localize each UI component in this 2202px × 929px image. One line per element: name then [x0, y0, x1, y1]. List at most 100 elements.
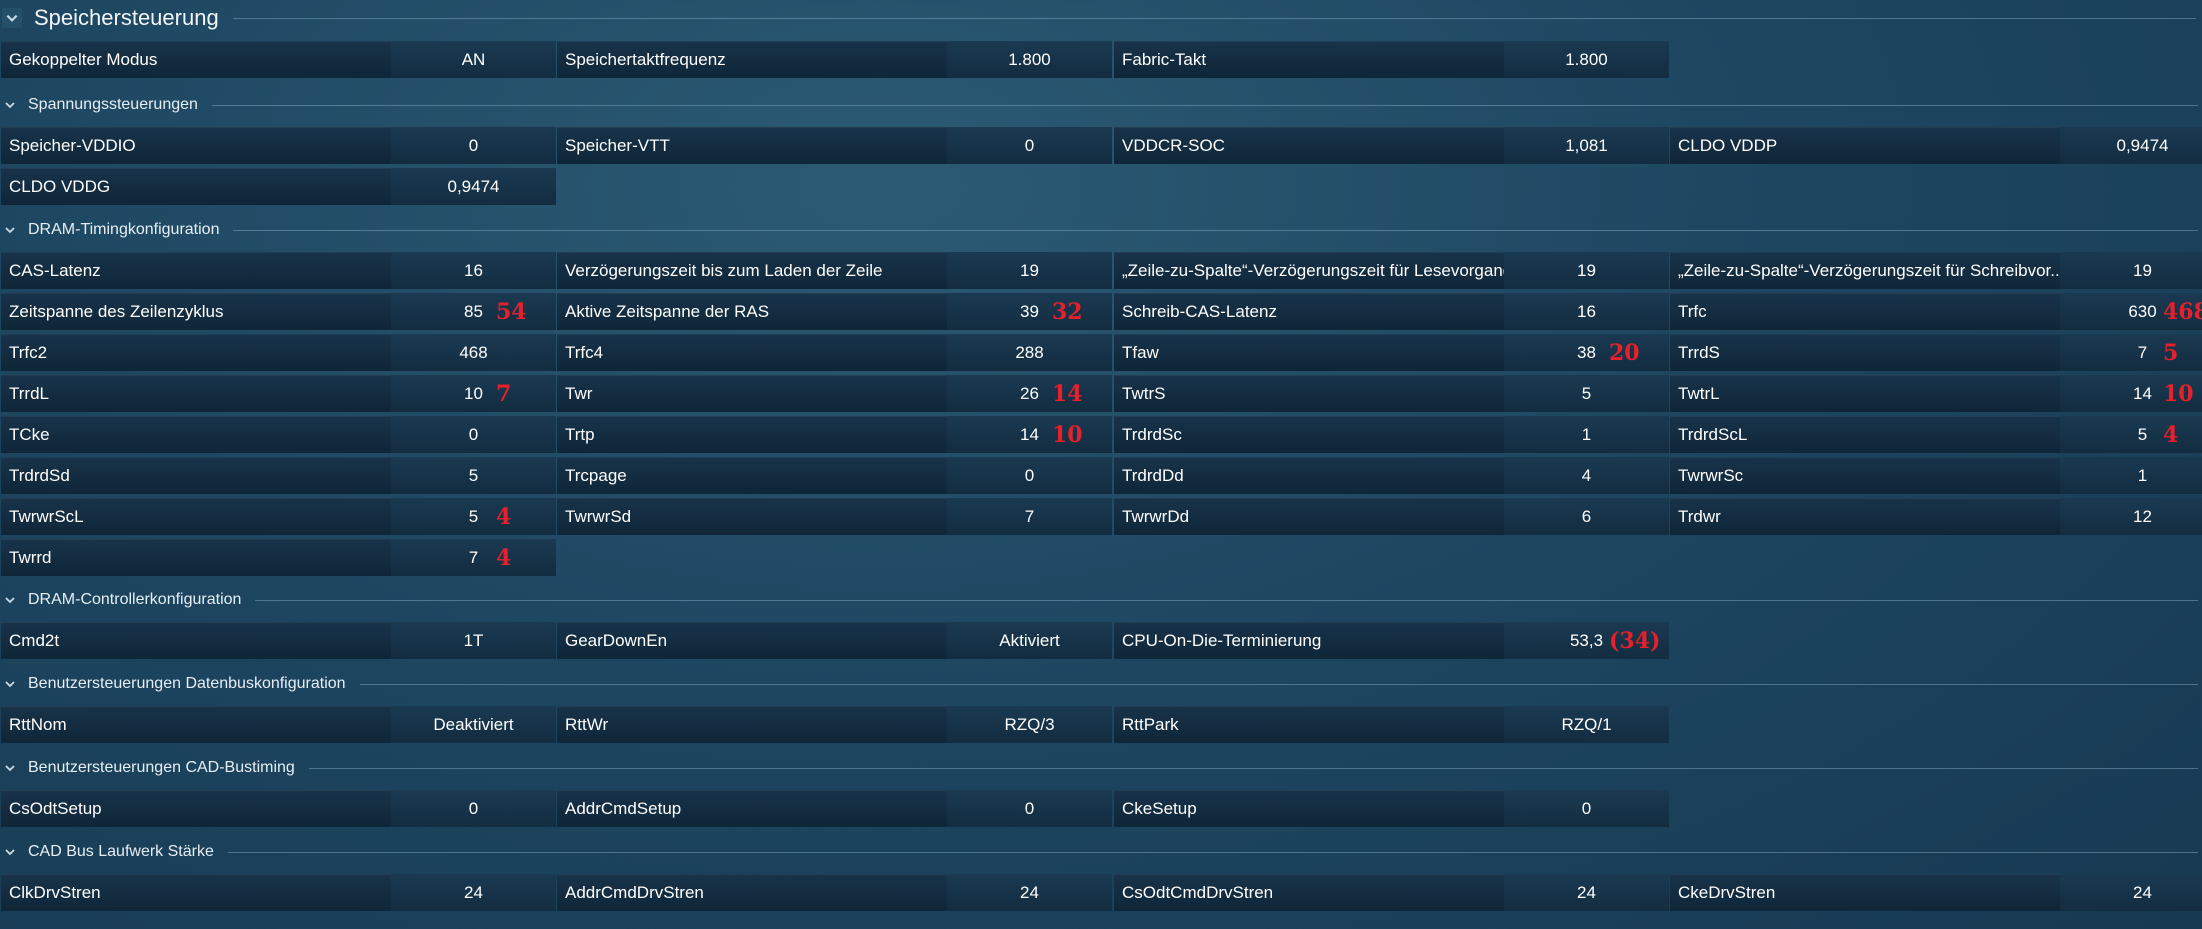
chevron-down-icon[interactable]	[4, 594, 16, 606]
setting-value-field[interactable]: 1T	[391, 622, 556, 659]
setting-row[interactable]: TrrdL 10 7	[1, 375, 556, 412]
setting-row[interactable]: CLDO VDDG 0,9474	[1, 168, 556, 205]
section-header-timing[interactable]: DRAM-Timingkonfiguration	[0, 216, 2202, 244]
setting-row[interactable]: Tfaw 38 20	[1114, 334, 1669, 371]
setting-row[interactable]: CPU-On-Die-Terminierung 53,3 (34)	[1114, 622, 1669, 659]
setting-value-field[interactable]: 85 54	[391, 293, 556, 330]
setting-value-field[interactable]: 14 10	[947, 416, 1112, 453]
chevron-down-icon[interactable]	[4, 846, 16, 858]
setting-value-field[interactable]: 0	[391, 127, 556, 164]
setting-value-field[interactable]: 1,081	[1504, 127, 1669, 164]
setting-value-field[interactable]: RZQ/3	[947, 706, 1112, 743]
chevron-down-icon[interactable]	[4, 762, 16, 774]
setting-value-field[interactable]: 630 468	[2060, 293, 2202, 330]
setting-row[interactable]: Trtp 14 10	[557, 416, 1112, 453]
setting-value-field[interactable]: Deaktiviert	[391, 706, 556, 743]
setting-value-field[interactable]: 39 32	[947, 293, 1112, 330]
setting-row[interactable]: ClkDrvStren 24	[1, 874, 556, 911]
setting-row[interactable]: Aktive Zeitspanne der RAS 39 32	[557, 293, 1112, 330]
setting-row[interactable]: TwrwrScL 5 4	[1, 498, 556, 535]
setting-value-field[interactable]: 19	[947, 252, 1112, 289]
setting-row[interactable]: Trfc2 468	[1, 334, 556, 371]
setting-value-field[interactable]: 38 20	[1504, 334, 1669, 371]
setting-row[interactable]: Gekoppelter Modus AN	[1, 41, 556, 78]
setting-value-field[interactable]: 0,9474	[2060, 127, 2202, 164]
setting-value-field[interactable]: 26 14	[947, 375, 1112, 412]
setting-row[interactable]: Schreib-CAS-Latenz 16	[1114, 293, 1669, 330]
setting-value-field[interactable]: 16	[1504, 293, 1669, 330]
setting-value-field[interactable]: 288	[947, 334, 1112, 371]
chevron-down-icon[interactable]	[4, 224, 16, 236]
setting-value-field[interactable]: 54	[391, 498, 556, 535]
setting-value-field[interactable]: 24	[1504, 874, 1669, 911]
setting-row[interactable]: VDDCR-SOC 1,081	[1114, 127, 1669, 164]
setting-value-field[interactable]: 1.800	[947, 41, 1112, 78]
setting-value-field[interactable]: AN	[391, 41, 556, 78]
section-header-spannung[interactable]: Spannungssteuerungen	[0, 91, 2202, 119]
setting-value-field[interactable]: Aktiviert	[947, 622, 1112, 659]
setting-row[interactable]: Verzögerungszeit bis zum Laden der Zeile…	[557, 252, 1112, 289]
setting-row[interactable]: RttNom Deaktiviert	[1, 706, 556, 743]
setting-row[interactable]: Speicher-VTT 0	[557, 127, 1112, 164]
setting-row[interactable]: Trfc 630 468	[1670, 293, 2202, 330]
setting-row[interactable]: CsOdtSetup 0	[1, 790, 556, 827]
setting-value-field[interactable]: 5	[1504, 375, 1669, 412]
setting-value-field[interactable]: 6	[1504, 498, 1669, 535]
setting-row[interactable]: TwtrL 14 10	[1670, 375, 2202, 412]
setting-value-field[interactable]: 0	[391, 790, 556, 827]
setting-value-field[interactable]: 5	[391, 457, 556, 494]
setting-row[interactable]: Fabric-Takt 1.800	[1114, 41, 1669, 78]
setting-value-field[interactable]: 468	[391, 334, 556, 371]
setting-row[interactable]: Twrrd 7 4	[1, 539, 556, 576]
setting-value-field[interactable]: 0	[947, 790, 1112, 827]
setting-row[interactable]: TwrwrDd 6	[1114, 498, 1669, 535]
setting-row[interactable]: GearDownEn Aktiviert	[557, 622, 1112, 659]
setting-row[interactable]: CsOdtCmdDrvStren 24	[1114, 874, 1669, 911]
setting-value-field[interactable]: 4	[1504, 457, 1669, 494]
setting-value-field[interactable]: 10 7	[391, 375, 556, 412]
setting-value-field[interactable]: 0	[1504, 790, 1669, 827]
setting-value-field[interactable]: 19	[2060, 252, 2202, 289]
setting-value-field[interactable]: RZQ/1	[1504, 706, 1669, 743]
setting-value-field[interactable]: 16	[391, 252, 556, 289]
section-header-datenbus[interactable]: Benutzersteuerungen Datenbuskonfiguratio…	[0, 670, 2202, 698]
setting-row[interactable]: „Zeile-zu-Spalte“-Verzögerungszeit für L…	[1114, 252, 1669, 289]
setting-row[interactable]: AddrCmdSetup 0	[557, 790, 1112, 827]
setting-row[interactable]: Speicher-VDDIO 0	[1, 127, 556, 164]
section-header-cad-timing[interactable]: Benutzersteuerungen CAD-Bustiming	[0, 754, 2202, 782]
setting-value-field[interactable]: 14 10	[2060, 375, 2202, 412]
setting-row[interactable]: „Zeile-zu-Spalte“-Verzögerungszeit für S…	[1670, 252, 2202, 289]
setting-value-field[interactable]: 1	[1504, 416, 1669, 453]
setting-value-field[interactable]: 7	[947, 498, 1112, 535]
setting-value-field[interactable]: 0	[947, 127, 1112, 164]
setting-value-field[interactable]: 74	[391, 539, 556, 576]
setting-value-field[interactable]: 1.800	[1504, 41, 1669, 78]
setting-row[interactable]: Trdwr 12	[1670, 498, 2202, 535]
setting-row[interactable]: TrdrdDd 4	[1114, 457, 1669, 494]
setting-row[interactable]: TwtrS 5	[1114, 375, 1669, 412]
setting-row[interactable]: Twr 26 14	[557, 375, 1112, 412]
setting-row[interactable]: TrrdS 7 5	[1670, 334, 2202, 371]
setting-row[interactable]: Speichertaktfrequenz 1.800	[557, 41, 1112, 78]
setting-row[interactable]: TwrwrSd 7	[557, 498, 1112, 535]
setting-value-field[interactable]: 24	[947, 874, 1112, 911]
setting-row[interactable]: TrdrdSc 1	[1114, 416, 1669, 453]
chevron-down-icon[interactable]	[2, 8, 22, 28]
setting-value-field[interactable]: 19	[1504, 252, 1669, 289]
setting-row[interactable]: Trfc4 288	[557, 334, 1112, 371]
setting-row[interactable]: RttWr RZQ/3	[557, 706, 1112, 743]
setting-row[interactable]: CkeDrvStren 24	[1670, 874, 2202, 911]
setting-row[interactable]: CkeSetup 0	[1114, 790, 1669, 827]
setting-row[interactable]: Cmd2t 1T	[1, 622, 556, 659]
chevron-down-icon[interactable]	[4, 678, 16, 690]
setting-row[interactable]: CAS-Latenz 16	[1, 252, 556, 289]
setting-value-field[interactable]: 0	[947, 457, 1112, 494]
section-header-cad-drive[interactable]: CAD Bus Laufwerk Stärke	[0, 838, 2202, 866]
setting-value-field[interactable]: 0	[391, 416, 556, 453]
setting-row[interactable]: TCke 0	[1, 416, 556, 453]
setting-row[interactable]: Zeitspanne des Zeilenzyklus 85 54	[1, 293, 556, 330]
setting-row[interactable]: Trcpage 0	[557, 457, 1112, 494]
setting-row[interactable]: CLDO VDDP 0,9474	[1670, 127, 2202, 164]
setting-value-field[interactable]: 75	[2060, 334, 2202, 371]
setting-row[interactable]: RttPark RZQ/1	[1114, 706, 1669, 743]
